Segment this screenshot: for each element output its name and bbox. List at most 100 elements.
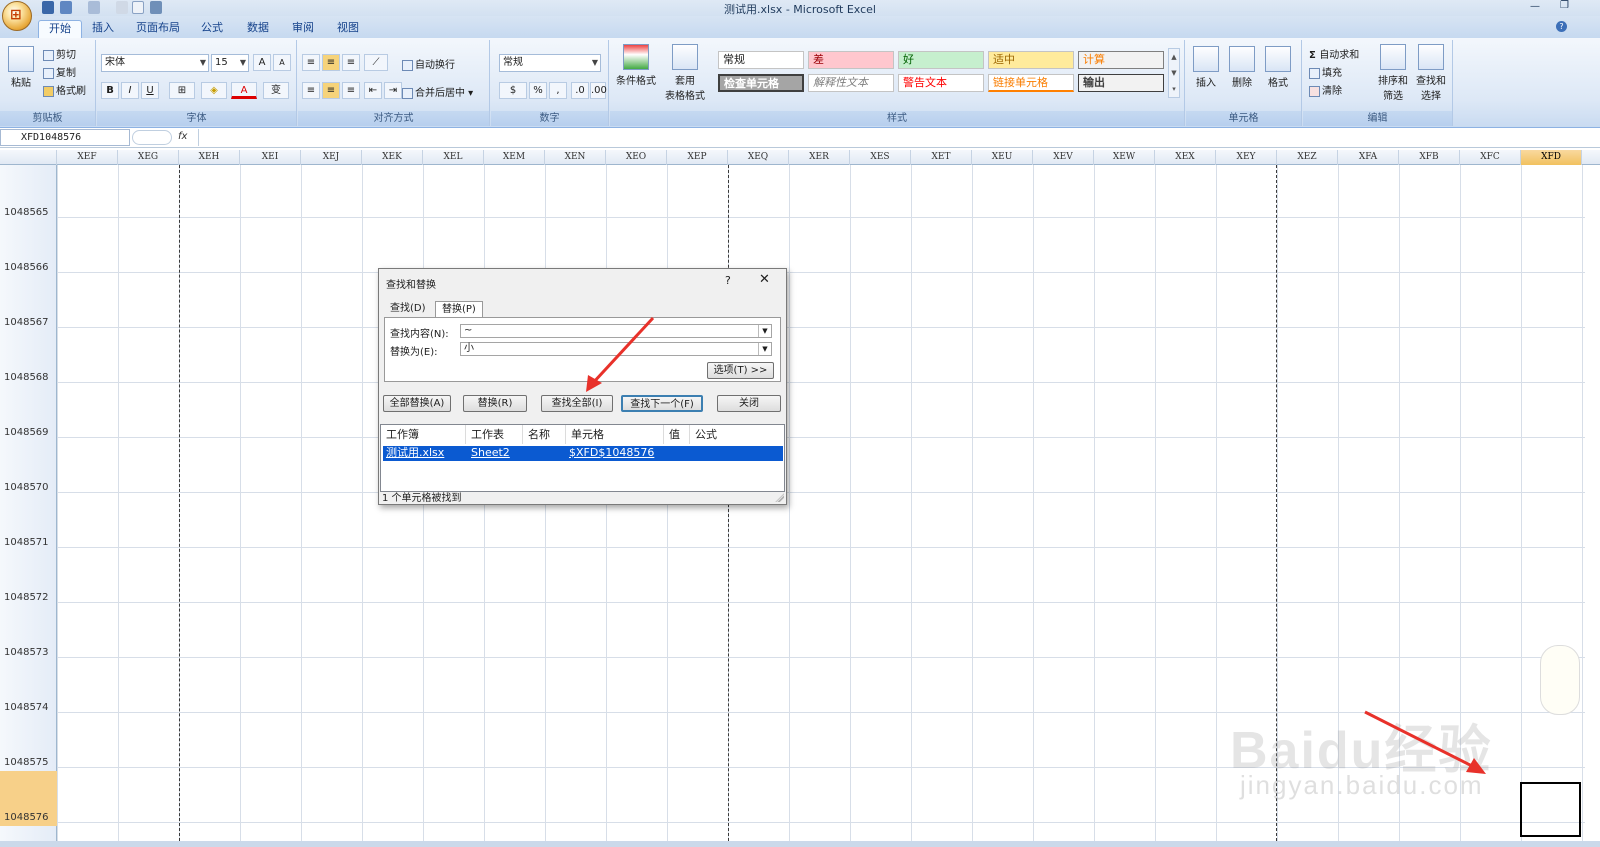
result-header-sheet[interactable]: 工作表: [466, 425, 523, 444]
column-header[interactable]: XET: [911, 150, 972, 165]
column-header[interactable]: XEH: [179, 150, 240, 165]
number-format-combo[interactable]: 常规 ▼: [499, 54, 601, 72]
clear-button[interactable]: 清除: [1309, 82, 1342, 97]
fill-color-icon[interactable]: ◈: [201, 82, 227, 99]
column-header[interactable]: XEJ: [301, 150, 362, 165]
find-next-button[interactable]: 查找下一个(F): [621, 395, 703, 412]
chevron-down-icon[interactable]: ▼: [758, 343, 771, 355]
undo-icon[interactable]: [60, 1, 72, 14]
font-color-icon[interactable]: A: [231, 82, 257, 99]
align-left-icon[interactable]: ≡: [302, 82, 320, 99]
style-normal[interactable]: 常规: [718, 51, 804, 69]
selected-cell[interactable]: [1520, 782, 1581, 837]
row-header[interactable]: 1048568: [0, 331, 57, 386]
find-select-button[interactable]: 查找和 选择: [1413, 44, 1449, 102]
print-preview-icon[interactable]: [116, 1, 128, 14]
row-header[interactable]: 1048576: [0, 771, 57, 826]
tab-page-layout[interactable]: 页面布局: [128, 20, 188, 38]
tab-home[interactable]: 开始: [38, 20, 82, 38]
column-header[interactable]: XFA: [1338, 150, 1399, 165]
row-header[interactable]: 1048574: [0, 661, 57, 716]
cut-button[interactable]: 剪切: [43, 46, 76, 61]
column-header[interactable]: XES: [850, 150, 911, 165]
result-sheet-link[interactable]: Sheet2: [471, 446, 510, 461]
result-header-workbook[interactable]: 工作簿: [381, 425, 466, 444]
column-header[interactable]: XEY: [1216, 150, 1277, 165]
percent-button[interactable]: %: [529, 82, 547, 99]
insert-cells-button[interactable]: 插入: [1190, 46, 1222, 89]
tab-find[interactable]: 查找(D): [384, 301, 432, 318]
border-icon[interactable]: ⊞: [169, 82, 195, 99]
find-all-button[interactable]: 查找全部(I): [541, 395, 613, 412]
options-button[interactable]: 选项(T) >>: [707, 362, 774, 379]
style-bad[interactable]: 差: [808, 51, 894, 69]
format-painter-button[interactable]: 格式刷: [43, 82, 86, 97]
column-header[interactable]: XEN: [545, 150, 606, 165]
fill-button[interactable]: 填充: [1309, 64, 1342, 79]
replace-button[interactable]: 替换(R): [463, 395, 527, 412]
format-as-table-button[interactable]: 套用 表格格式: [660, 44, 710, 102]
close-button[interactable]: 关闭: [717, 395, 781, 412]
column-header[interactable]: XEK: [362, 150, 423, 165]
chevron-down-icon[interactable]: ▼: [758, 325, 771, 337]
office-button[interactable]: ⊞: [2, 1, 32, 31]
redo-icon[interactable]: [88, 1, 100, 14]
find-what-input[interactable]: ~ ▼: [460, 324, 772, 338]
column-header[interactable]: XEQ: [728, 150, 789, 165]
align-middle-icon[interactable]: ≡: [322, 54, 340, 71]
resize-grip-icon[interactable]: [775, 493, 784, 502]
tab-replace[interactable]: 替换(P): [435, 301, 483, 318]
result-cell-link[interactable]: $XFD$1048576: [569, 446, 654, 461]
increase-indent-icon[interactable]: ⇥: [384, 82, 402, 99]
result-header-formula[interactable]: 公式: [690, 425, 784, 444]
insert-function-icon[interactable]: fx: [178, 131, 187, 142]
align-top-icon[interactable]: ≡: [302, 54, 320, 71]
merge-center-button[interactable]: 合并后居中 ▾: [402, 84, 473, 99]
column-header[interactable]: XEU: [972, 150, 1033, 165]
font-size-combo[interactable]: 15 ▼: [211, 54, 249, 72]
column-header[interactable]: XEP: [667, 150, 728, 165]
style-output[interactable]: 输出: [1078, 74, 1164, 92]
column-header[interactable]: XER: [789, 150, 850, 165]
replace-with-input[interactable]: 小 ▼: [460, 342, 772, 356]
column-header[interactable]: XEM: [484, 150, 545, 165]
result-header-name[interactable]: 名称: [523, 425, 566, 444]
result-workbook-link[interactable]: 测试用.xlsx: [386, 446, 444, 461]
select-all-corner[interactable]: [0, 150, 57, 165]
name-box[interactable]: XFD1048576: [0, 129, 130, 146]
align-bottom-icon[interactable]: ≡: [342, 54, 360, 71]
align-center-icon[interactable]: ≡: [322, 82, 340, 99]
column-header[interactable]: XEG: [118, 150, 179, 165]
decrease-indent-icon[interactable]: ⇤: [364, 82, 382, 99]
styles-scroll-icon[interactable]: ▲ ▼ ▾: [1168, 48, 1180, 98]
underline-button[interactable]: U: [141, 82, 159, 99]
increase-decimal-icon[interactable]: .0: [571, 82, 589, 99]
style-neutral[interactable]: 适中: [988, 51, 1074, 69]
paste-button[interactable]: 粘贴: [6, 46, 36, 89]
style-calculation[interactable]: 计算: [1078, 51, 1164, 69]
copy-button[interactable]: 复制: [43, 64, 76, 79]
bold-button[interactable]: B: [101, 82, 119, 99]
grow-font-button[interactable]: A: [253, 54, 271, 71]
phonetic-icon[interactable]: 变: [263, 82, 289, 99]
replace-all-button[interactable]: 全部替换(A): [383, 395, 451, 412]
orientation-icon[interactable]: ⟋: [364, 54, 388, 71]
conditional-format-button[interactable]: 条件格式: [614, 44, 658, 87]
column-header[interactable]: XEW: [1094, 150, 1155, 165]
delete-cells-button[interactable]: 删除: [1226, 46, 1258, 89]
tab-formulas[interactable]: 公式: [194, 20, 230, 38]
result-header-cell[interactable]: 单元格: [566, 425, 664, 444]
result-row[interactable]: 测试用.xlsx Sheet2 $XFD$1048576: [383, 446, 783, 461]
formula-input[interactable]: [198, 129, 1598, 146]
currency-icon[interactable]: $: [499, 82, 527, 99]
autosum-button[interactable]: Σ 自动求和: [1309, 46, 1359, 61]
shrink-font-button[interactable]: A: [273, 54, 291, 71]
tab-view[interactable]: 视图: [330, 20, 366, 38]
column-header[interactable]: XEL: [423, 150, 484, 165]
print-icon[interactable]: [150, 1, 162, 14]
tab-insert[interactable]: 插入: [86, 20, 120, 38]
row-header[interactable]: 1048570: [0, 441, 57, 496]
sheet-tab-bar[interactable]: [0, 841, 1600, 847]
column-header[interactable]: XEX: [1155, 150, 1216, 165]
row-header[interactable]: 1048575: [0, 716, 57, 771]
